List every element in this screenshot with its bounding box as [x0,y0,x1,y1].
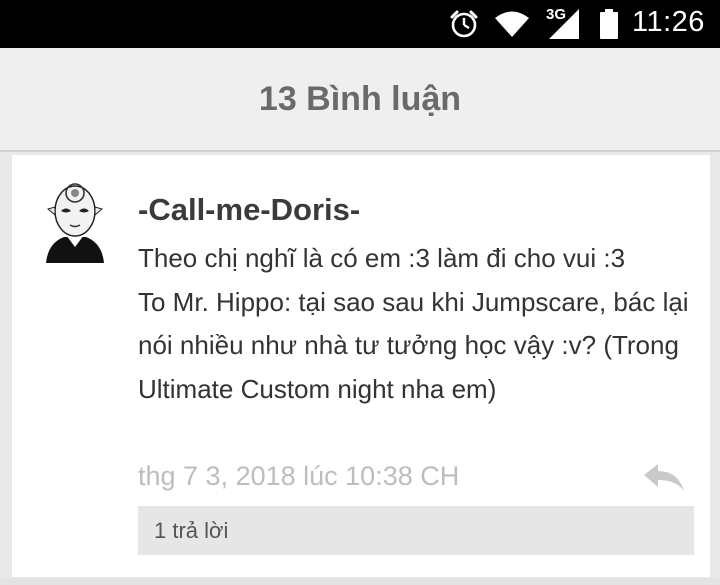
page-title: 13 Bình luận [258,79,462,118]
comment-author[interactable]: -Call-me-Doris- [138,192,360,228]
comment-body-text: Theo chị nghĩ là có em :3 làm đi cho vui… [138,243,689,404]
clock: 11:26 [632,6,705,38]
status-bar: 3G 11:26 [0,0,720,48]
avatar[interactable] [42,173,108,263]
battery-icon [596,0,622,48]
reply-icon[interactable] [642,463,686,493]
wifi-icon [490,0,534,48]
header: 13 Bình luận [0,48,720,152]
view-replies-button[interactable]: 1 trả lời [138,506,694,555]
comment-body: Theo chị nghĩ là có em :3 làm đi cho vui… [138,237,693,411]
replies-count-label: 1 trả lời [154,517,229,543]
divider [0,578,720,585]
cellular-signal-icon [540,0,588,48]
comment-card: -Call-me-Doris- Theo chị nghĩ là có em :… [12,155,710,577]
comment-timestamp: thg 7 3, 2018 lúc 10:38 CH [138,461,460,491]
alarm-icon [444,0,484,48]
